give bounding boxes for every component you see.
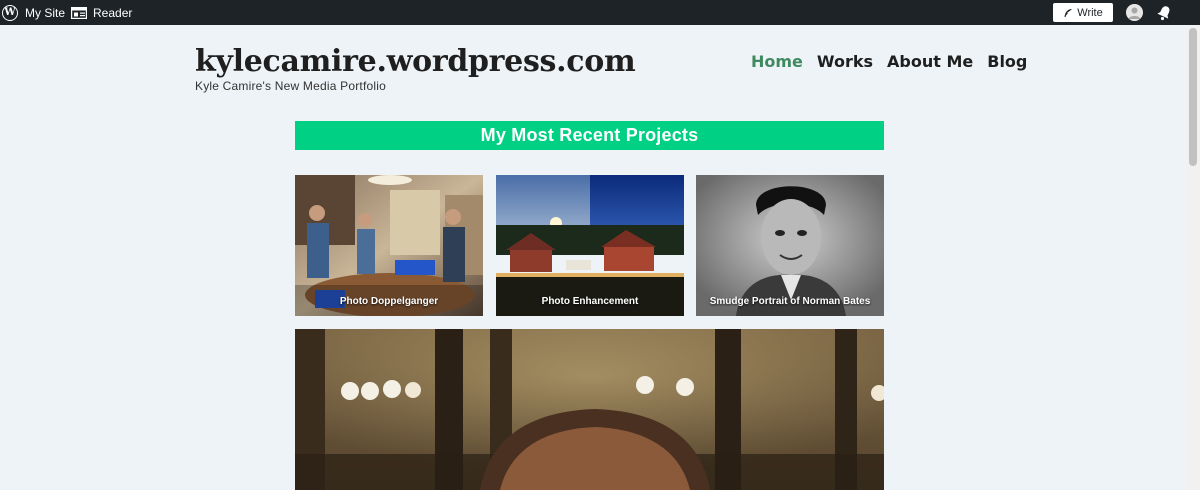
nav-item-home[interactable]: Home [751, 50, 803, 74]
write-button[interactable]: Write [1053, 3, 1113, 22]
my-site-link[interactable]: W My Site [0, 0, 65, 25]
user-avatar-icon [1126, 4, 1143, 21]
notifications-bell-icon[interactable] [1156, 4, 1173, 21]
project-label: Smudge Portrait of Norman Bates [709, 296, 871, 307]
project-card-smudge-portrait[interactable]: Smudge Portrait of Norman Bates [696, 175, 884, 316]
quill-icon [1064, 8, 1073, 17]
admin-bar: W My Site Reader Write [0, 0, 1200, 25]
write-label: Write [1077, 6, 1103, 19]
smudge-portrait-image [696, 175, 884, 316]
photo-enhancement-image [496, 175, 684, 316]
photo-doppelganger-image [295, 175, 483, 316]
reader-link[interactable]: Reader [71, 0, 132, 25]
painted-portrait-image [295, 329, 884, 490]
project-card-photo-doppelganger[interactable]: Photo Doppelganger [295, 175, 483, 316]
project-label: Photo Enhancement [541, 296, 639, 307]
site-tagline: Kyle Camire's New Media Portfolio [195, 79, 386, 93]
nav-item-blog[interactable]: Blog [987, 50, 1027, 74]
nav-item-works[interactable]: Works [817, 50, 873, 74]
wordpress-logo-icon: W [2, 4, 18, 21]
project-label: Photo Doppelganger [339, 296, 439, 307]
reader-icon [71, 6, 87, 19]
nav-item-about-me[interactable]: About Me [887, 50, 973, 74]
featured-project-image[interactable] [295, 329, 884, 490]
avatar[interactable] [1126, 4, 1143, 21]
section-title: My Most Recent Projects [480, 125, 699, 145]
site-title[interactable]: kylecamire.wordpress.com [195, 40, 636, 84]
project-card-photo-enhancement[interactable]: Photo Enhancement [496, 175, 684, 316]
reader-label: Reader [93, 5, 133, 20]
main-navigation: Home Works About Me Blog [751, 50, 1027, 74]
scrollbar-thumb[interactable] [1189, 28, 1197, 166]
section-banner: My Most Recent Projects [295, 121, 884, 150]
my-site-label: My Site [25, 5, 66, 20]
